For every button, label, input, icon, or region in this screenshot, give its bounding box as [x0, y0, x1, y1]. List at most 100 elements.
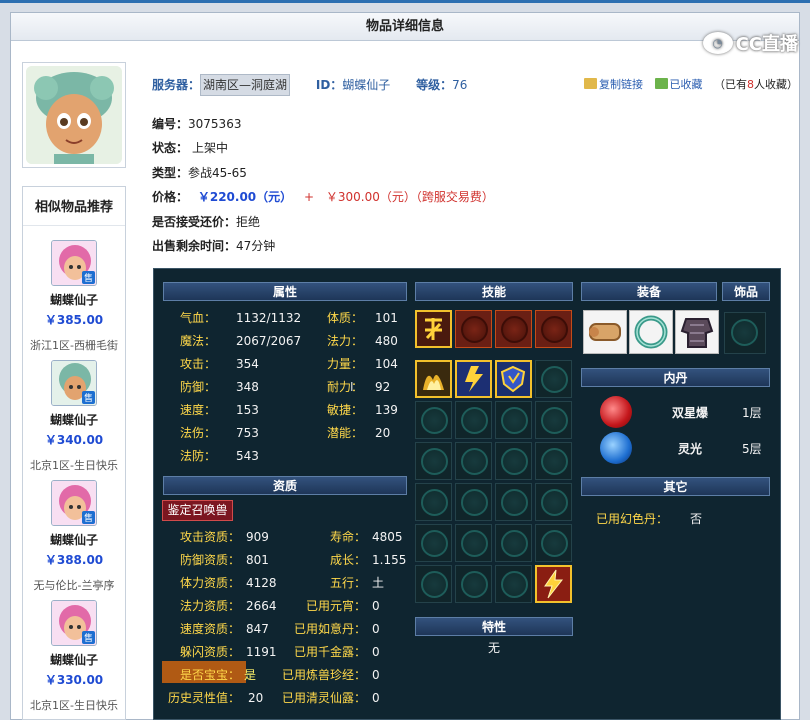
- skill-slot-5[interactable]: [415, 360, 452, 398]
- skill-flame-icon: [417, 362, 450, 396]
- skill-slot-8[interactable]: [535, 360, 572, 398]
- ornament-slot[interactable]: [724, 312, 766, 354]
- skill-slot[interactable]: [535, 524, 572, 562]
- similar-item-server: 北京1区-生日快乐: [30, 699, 118, 712]
- level-label: 等级：: [416, 78, 453, 92]
- attr-strength: 力量： 104: [327, 357, 398, 371]
- skill-slot[interactable]: [415, 524, 452, 562]
- apt-used-qingling: 已用清灵仙露： 0: [282, 691, 380, 705]
- apt-used-ruyidan: 已用如意丹： 0: [294, 622, 380, 636]
- apt-lifespan: 寿命： 4805: [330, 530, 403, 544]
- attr-agility: 敏捷： 139: [327, 403, 398, 417]
- skill-slot[interactable]: [455, 401, 492, 439]
- pet-thumbnail[interactable]: 售: [51, 600, 97, 646]
- top-accent-line: [0, 0, 810, 3]
- skill-slot[interactable]: [455, 524, 492, 562]
- skill-slot-special[interactable]: [535, 565, 572, 603]
- status-row: 状态： 上架中: [152, 141, 229, 155]
- skill-shield-icon: [497, 362, 530, 396]
- apt-attack: 攻击资质： 909: [180, 530, 269, 544]
- similar-item-name[interactable]: 蝴蝶仙子: [23, 531, 125, 548]
- skill-slot[interactable]: [495, 442, 532, 480]
- skill-slot-7[interactable]: [495, 360, 532, 398]
- apt-stamina: 体力资质： 4128: [180, 576, 277, 590]
- identify-summon-button[interactable]: 鉴定召唤兽: [162, 500, 233, 521]
- other-used-huanse: 已用幻色丹：否: [596, 512, 703, 526]
- apt-defense: 防御资质： 801: [180, 553, 269, 567]
- skill-slot-6[interactable]: [455, 360, 492, 398]
- skill-slot[interactable]: [495, 483, 532, 521]
- skill-slot-4[interactable]: [535, 310, 572, 348]
- cross-server-fee: ￥300.00（元）（跨服交易费）: [325, 190, 494, 204]
- skill-slot[interactable]: [495, 565, 532, 603]
- favorite-count: （已有8人收藏）: [714, 78, 798, 91]
- apt-used-yuanxiao: 已用元宵： 0: [306, 599, 380, 613]
- attributes-header: 属性: [163, 282, 407, 301]
- skill-slot-1[interactable]: [415, 310, 452, 348]
- favorite-icon: [654, 78, 668, 89]
- skill-slot[interactable]: [495, 401, 532, 439]
- neidan-shuangxingbao-icon[interactable]: [600, 396, 632, 428]
- serial-row: 编号：3075363: [152, 117, 242, 131]
- skill-slot[interactable]: [415, 401, 452, 439]
- aptitude-header: 资质: [163, 476, 407, 495]
- equip-scroll-icon[interactable]: [583, 310, 627, 354]
- price-value: ￥220.00（元）: [197, 190, 293, 204]
- counter-offer-row: 是否接受还价：拒绝: [152, 215, 261, 229]
- skill-slot[interactable]: [535, 401, 572, 439]
- watermark-text: CC直播: [735, 34, 798, 55]
- skill-slot[interactable]: [415, 442, 452, 480]
- similar-item[interactable]: 售 蝴蝶仙子 ￥340.00 北京1区-生日快乐: [23, 360, 125, 472]
- skill-slot[interactable]: [495, 524, 532, 562]
- pet-thumbnail[interactable]: 售: [51, 480, 97, 526]
- equip-armor-icon[interactable]: [675, 310, 719, 354]
- neidan-name-1: 双星爆: [672, 406, 709, 420]
- skill-slot[interactable]: [535, 442, 572, 480]
- pet-thumbnail[interactable]: 售: [51, 240, 97, 286]
- copy-link-button[interactable]: 复制链接: [599, 78, 643, 91]
- similar-item-name[interactable]: 蝴蝶仙子: [23, 651, 125, 668]
- similar-item[interactable]: 售 蝴蝶仙子 ￥385.00 浙江1区-西栅毛街: [23, 240, 125, 352]
- similar-item-price: ￥330.00: [44, 673, 104, 687]
- skill-slot[interactable]: [415, 565, 452, 603]
- skill-slot[interactable]: [455, 442, 492, 480]
- skill-slot-3[interactable]: [495, 310, 532, 348]
- pet-thumbnail[interactable]: 售: [51, 360, 97, 406]
- favorite-button[interactable]: 已收藏: [670, 78, 703, 91]
- apt-is-baby: 是否宝宝：是: [180, 668, 257, 682]
- neidan-header: 内丹: [581, 368, 770, 387]
- id-label: ID：: [315, 78, 343, 92]
- similar-items-panel: 相似物品推荐 售 蝴蝶仙子 ￥385.00 浙江1区-西栅毛街 售 蝴蝶仙子 ￥…: [22, 186, 126, 720]
- neidan-lingguang-icon[interactable]: [600, 432, 632, 464]
- apt-speed: 速度资质： 847: [180, 622, 269, 636]
- similar-items-title: 相似物品推荐: [23, 187, 125, 226]
- level-value: 76: [452, 78, 468, 92]
- skill-slot[interactable]: [535, 483, 572, 521]
- similar-item-name[interactable]: 蝴蝶仙子: [23, 291, 125, 308]
- sell-tag: 售: [81, 631, 95, 644]
- similar-item[interactable]: 售 蝴蝶仙子 ￥330.00 北京1区-生日快乐: [23, 600, 125, 712]
- attr-potential: 潜能： 20: [327, 426, 391, 440]
- equip-ring-icon[interactable]: [629, 310, 673, 354]
- text-cursor-icon: I: [350, 380, 354, 394]
- skill-slot[interactable]: [415, 483, 452, 521]
- pet-portrait-image: [26, 66, 122, 164]
- apt-spirit-history: 历史灵性值： 20: [168, 691, 264, 705]
- skill-slot[interactable]: [455, 483, 492, 521]
- trait-value: 无: [488, 641, 501, 655]
- ornament-header: 饰品: [722, 282, 770, 301]
- skill-slot[interactable]: [455, 565, 492, 603]
- attr-mp: 魔法： 2067/2067: [180, 334, 302, 348]
- apt-mana: 法力资质： 2664: [180, 599, 277, 613]
- apt-used-lianshou: 已用炼兽珍经： 0: [282, 668, 380, 682]
- attr-speed: 速度： 153: [180, 403, 259, 417]
- server-value: 湖南区—洞庭湖: [200, 74, 291, 96]
- similar-item-name[interactable]: 蝴蝶仙子: [23, 411, 125, 428]
- item-header: 服务器： 湖南区—洞庭湖 ID：蝴蝶仙子 等级：76 复制链接 已收藏 （已有8人…: [152, 74, 798, 96]
- similar-item[interactable]: 售 蝴蝶仙子 ￥388.00 无与伦比-兰亭序: [23, 480, 125, 592]
- price-row: 价格： ￥220.00（元） + ￥300.00（元）（跨服交易费）: [152, 190, 494, 204]
- similar-item-server: 北京1区-生日快乐: [30, 459, 118, 472]
- trait-header: 特性: [415, 617, 573, 636]
- skill-slot-2[interactable]: [455, 310, 492, 348]
- remaining-time-row: 出售剩余时间：47分钟: [152, 239, 276, 253]
